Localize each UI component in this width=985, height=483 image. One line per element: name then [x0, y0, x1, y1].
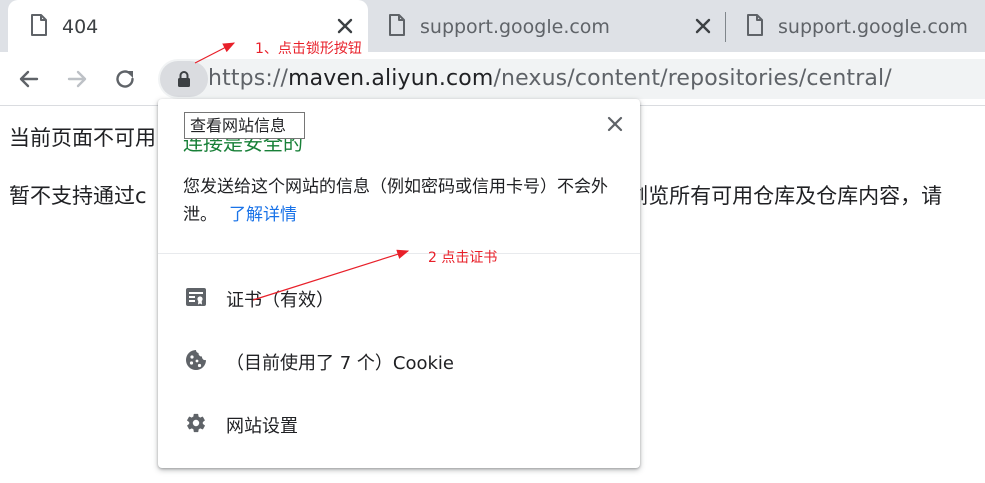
page-title: 当前页面不可用: [9, 126, 156, 150]
site-settings-label: 网站设置: [226, 416, 298, 437]
annotation-step-2: 2 点击证书: [428, 250, 498, 266]
site-info-popup: 连接是安全的 您发送给这个网站的信息（例如密码或信用卡号）不会外泄。 了解详情 证…: [158, 99, 640, 468]
cookie-icon: [186, 350, 206, 370]
url-host: maven.aliyun.com: [288, 66, 494, 91]
page-icon: [389, 14, 405, 36]
learn-more-link[interactable]: 了解详情: [229, 205, 297, 225]
cookie-row[interactable]: （目前使用了 7 个）Cookie: [158, 331, 640, 389]
toolbar: https://maven.aliyun.com/nexus/content/r…: [0, 52, 985, 106]
divider: [158, 253, 640, 254]
tab-strip: 404 support.google.com support.google.co…: [0, 0, 985, 52]
gear-icon: [187, 413, 205, 433]
site-info-tooltip: 查看网站信息: [184, 112, 305, 139]
tab-separator: [725, 12, 726, 42]
certificate-label: 证书（有效）: [226, 290, 334, 311]
page-icon: [747, 14, 763, 36]
tab-title: 404: [62, 16, 99, 38]
close-icon[interactable]: [606, 115, 624, 133]
connection-description: 您发送给这个网站的信息（例如密码或信用卡号）不会外泄。 了解详情: [183, 173, 623, 229]
tab-support-google-2[interactable]: support.google.com: [730, 0, 985, 52]
cookie-label: （目前使用了 7 个）Cookie: [226, 353, 454, 374]
url-text[interactable]: https://maven.aliyun.com/nexus/content/r…: [208, 66, 892, 91]
tab-title: support.google.com: [778, 16, 968, 38]
url-path: /nexus/content/repositories/central/: [493, 66, 892, 91]
tab-title: support.google.com: [420, 16, 610, 38]
close-icon[interactable]: [694, 17, 712, 35]
lock-icon: [178, 71, 190, 87]
address-bar[interactable]: https://maven.aliyun.com/nexus/content/r…: [158, 59, 985, 99]
forward-arrow-icon[interactable]: [64, 66, 90, 92]
certificate-row[interactable]: 证书（有效）: [158, 268, 640, 326]
page-icon: [31, 14, 47, 36]
reload-icon[interactable]: [112, 66, 138, 92]
close-icon[interactable]: [336, 17, 354, 35]
site-settings-row[interactable]: 网站设置: [158, 394, 640, 452]
tab-support-google-1[interactable]: support.google.com: [372, 0, 726, 52]
certificate-icon: [186, 288, 206, 306]
site-info-button[interactable]: [160, 61, 208, 97]
annotation-step-1: 1、点击锁形按钮: [255, 41, 362, 57]
back-arrow-icon[interactable]: [16, 66, 42, 92]
url-scheme: https://: [208, 66, 289, 91]
